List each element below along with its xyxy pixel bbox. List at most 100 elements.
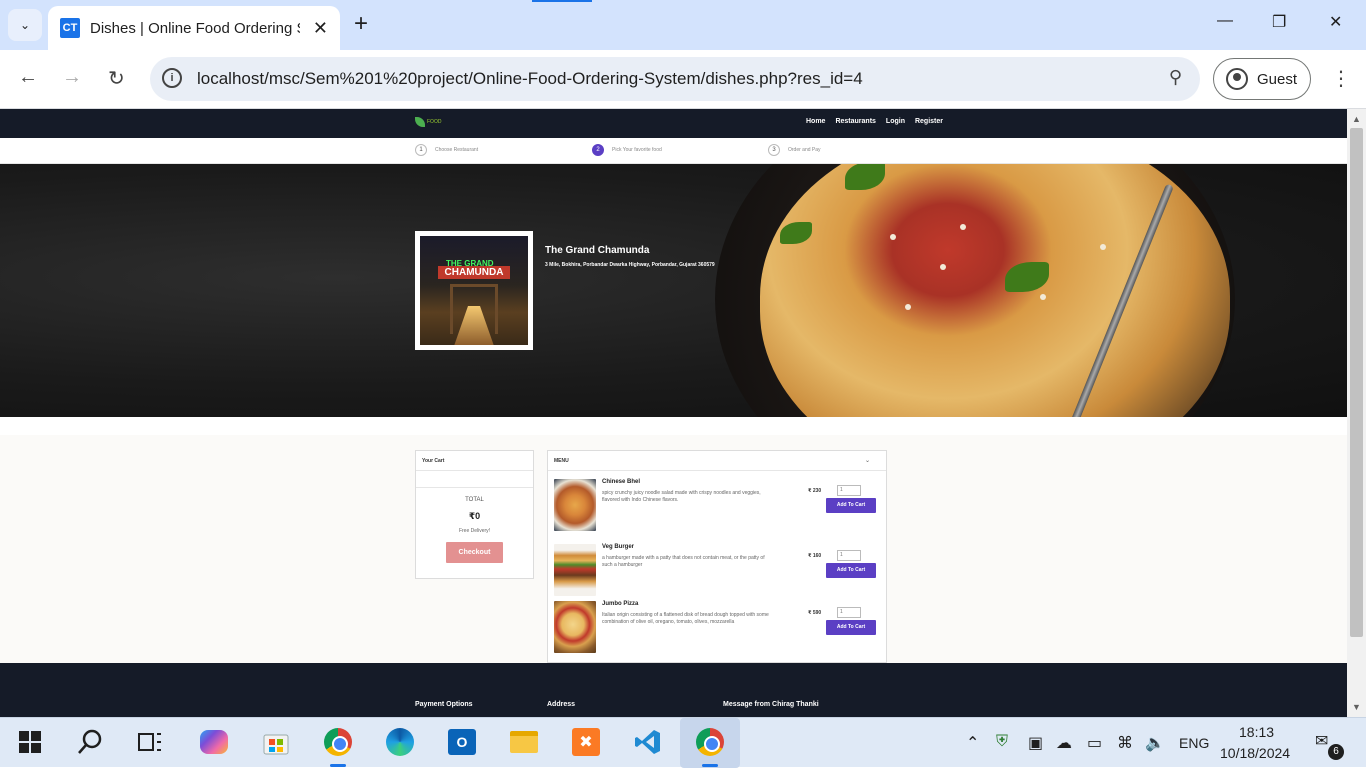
scroll-up-icon[interactable]: ▲ <box>1352 114 1361 124</box>
footer-heading-address: Address <box>547 701 576 708</box>
task-view-icon[interactable] <box>134 726 166 758</box>
back-icon[interactable]: ← <box>18 66 38 89</box>
cart-delivery-note: Free Delivery! <box>458 528 491 534</box>
security-shield-icon[interactable]: ⛨ <box>996 733 1008 751</box>
dish-image <box>554 479 596 531</box>
quantity-input[interactable]: 1 <box>837 607 861 618</box>
cheese-speck <box>890 234 896 240</box>
address-bar[interactable]: i localhost/msc/Sem%201%20project/Online… <box>150 57 1200 101</box>
dish-description: a hamburger made with a patty that does … <box>602 555 765 568</box>
restaurant-name: The Grand Chamunda <box>545 245 650 256</box>
step-choose-restaurant: 1 Choose Restaurant <box>415 144 478 156</box>
leaf-icon <box>415 117 425 127</box>
volume-icon[interactable]: 🔈 <box>1145 733 1165 753</box>
restaurant-photo: THE GRAND CHAMUNDA <box>420 236 528 345</box>
menu-title: MENU <box>554 458 569 464</box>
minimize-icon[interactable]: — <box>1217 12 1233 30</box>
dish-name: Jumbo Pizza <box>602 601 639 607</box>
restaurant-hero: THE GRAND CHAMUNDA The Grand Chamunda 3 … <box>0 164 1347 417</box>
edge-icon[interactable] <box>384 726 416 758</box>
clock-date[interactable]: 10/18/2024 <box>1220 745 1290 761</box>
wifi-icon[interactable]: ⌘ <box>1117 733 1133 753</box>
restaurant-sign-main: CHAMUNDA <box>438 266 510 279</box>
xampp-icon[interactable]: ✖ <box>570 726 602 758</box>
dish-price: ₹ 590 <box>808 610 822 616</box>
tab-search-button[interactable]: ⌄ <box>8 9 42 41</box>
cart-total-value: ₹0 <box>468 511 481 521</box>
step-number: 1 <box>415 144 427 156</box>
outlook-icon[interactable]: O <box>446 726 478 758</box>
menu-header[interactable]: MENU ⌄ <box>548 451 886 471</box>
dish-name: Veg Burger <box>602 544 635 550</box>
tab-title: Dishes | Online Food Ordering S <box>90 19 300 37</box>
close-tab-icon[interactable]: ✕ <box>313 18 328 39</box>
dish-price: ₹ 160 <box>808 553 822 559</box>
browser-tab-bar: ⌄ CT Dishes | Online Food Ordering S ✕ +… <box>0 0 1366 50</box>
language-indicator[interactable]: ENG <box>1179 735 1209 751</box>
menu-panel: MENU ⌄ Chinese Bhel spicy crunchy juicy … <box>547 450 887 663</box>
battery-icon[interactable]: ▭ <box>1087 733 1102 753</box>
url-text[interactable]: localhost/msc/Sem%201%20project/Online-F… <box>197 69 863 89</box>
add-to-cart-button[interactable]: Add To Cart <box>826 498 876 513</box>
chevron-down-icon: ⌄ <box>19 18 31 32</box>
close-window-icon[interactable]: ✕ <box>1329 12 1342 32</box>
add-to-cart-button[interactable]: Add To Cart <box>826 620 876 635</box>
cheese-speck <box>940 264 946 270</box>
profile-button[interactable]: Guest <box>1213 58 1311 100</box>
nav-link-register[interactable]: Register <box>915 118 943 125</box>
scroll-down-icon[interactable]: ▼ <box>1352 702 1361 712</box>
copilot-icon[interactable] <box>198 726 230 758</box>
new-tab-icon[interactable]: + <box>354 12 368 36</box>
onedrive-icon[interactable]: ☁ <box>1056 733 1072 753</box>
page-viewport: FOOD Home Restaurants Login Register 1 C… <box>0 109 1347 717</box>
site-navbar: FOOD Home Restaurants Login Register <box>0 109 1347 138</box>
cart-total-label: TOTAL <box>465 497 484 503</box>
dish-description: spicy crunchy juicy noodle salad made wi… <box>602 490 761 503</box>
loading-indicator <box>532 0 592 2</box>
reload-icon[interactable]: ↻ <box>108 66 125 91</box>
page-scrollbar[interactable]: ▲ ▼ <box>1347 109 1366 717</box>
favicon-icon: CT <box>60 18 80 38</box>
more-menu-icon[interactable]: ⋮ <box>1331 66 1351 91</box>
site-info-icon[interactable]: i <box>162 68 182 88</box>
quantity-input[interactable]: 1 <box>837 485 861 496</box>
nav-link-login[interactable]: Login <box>886 118 905 125</box>
file-explorer-icon[interactable] <box>508 726 540 758</box>
cart-title: Your Cart <box>416 451 533 471</box>
zoom-icon[interactable]: ⚲ <box>1169 67 1182 88</box>
step-pick-food: 2 Pick Your favorite food <box>592 144 662 156</box>
cheese-speck <box>960 224 966 230</box>
clock-time[interactable]: 18:13 <box>1239 724 1274 740</box>
site-footer: Payment Options Address Message from Chi… <box>0 663 1347 717</box>
add-to-cart-button[interactable]: Add To Cart <box>826 563 876 578</box>
chrome-active-icon[interactable] <box>694 726 726 758</box>
quantity-input[interactable]: 1 <box>837 550 861 561</box>
chrome-logo <box>696 728 724 756</box>
start-icon[interactable] <box>14 726 46 758</box>
search-icon[interactable] <box>74 726 106 758</box>
vscode-icon[interactable] <box>632 726 664 758</box>
checkout-button[interactable]: Checkout <box>446 542 503 563</box>
notification-count-badge: 6 <box>1328 744 1344 760</box>
dish-name: Chinese Bhel <box>602 479 641 485</box>
step-number: 3 <box>768 144 780 156</box>
chevron-down-icon[interactable]: ⌄ <box>865 457 870 464</box>
site-logo[interactable]: FOOD <box>415 117 441 127</box>
nav-link-restaurants[interactable]: Restaurants <box>835 118 875 125</box>
notifications-icon[interactable]: ✉ <box>1315 731 1328 751</box>
footer-heading-message: Message from Chirag Thanki <box>723 701 819 708</box>
chevron-up-icon[interactable]: ⌃ <box>966 733 979 753</box>
dish-image <box>554 544 596 596</box>
dish-item: Veg Burger a hamburger made with a patty… <box>554 544 879 600</box>
meet-now-icon[interactable]: ▣ <box>1028 733 1043 753</box>
forward-icon[interactable]: → <box>62 66 82 89</box>
nav-link-home[interactable]: Home <box>806 118 825 125</box>
footer-heading-payment: Payment Options <box>415 701 473 708</box>
browser-tab[interactable]: CT Dishes | Online Food Ordering S ✕ <box>48 6 340 50</box>
restore-icon[interactable]: ❐ <box>1272 12 1286 32</box>
dish-item: Chinese Bhel spicy crunchy juicy noodle … <box>554 479 879 535</box>
store-icon[interactable] <box>260 726 292 758</box>
scroll-thumb[interactable] <box>1350 128 1363 637</box>
step-order-pay: 3 Order and Pay <box>768 144 821 156</box>
chrome-icon[interactable] <box>322 726 354 758</box>
